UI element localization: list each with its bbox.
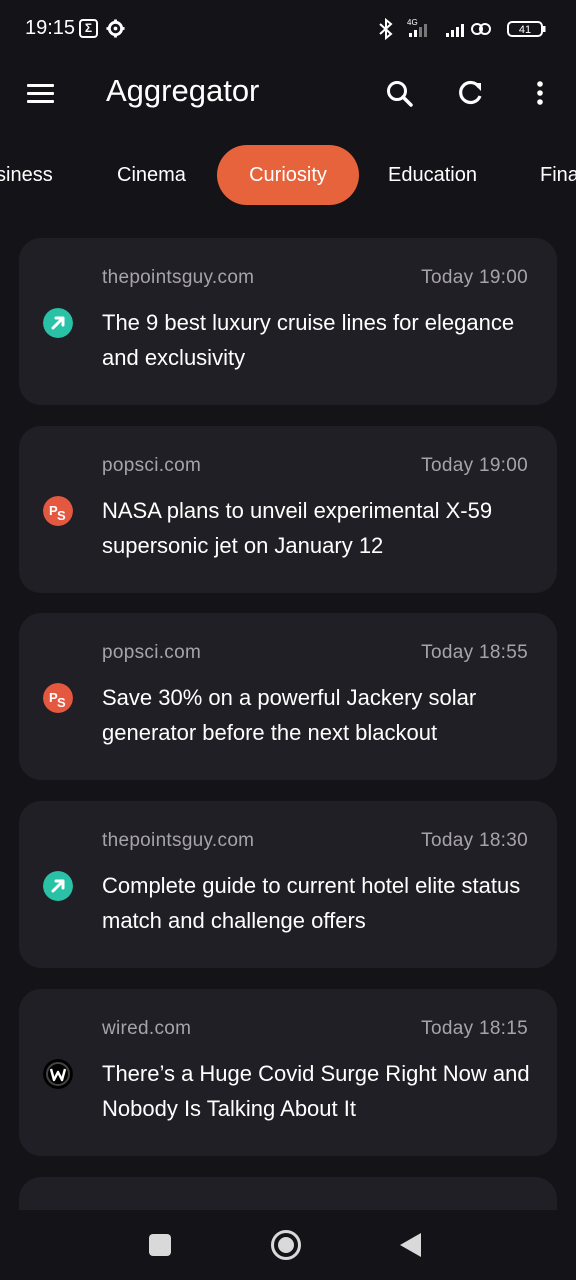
wired-icon	[43, 1059, 73, 1089]
recents-square-icon[interactable]	[149, 1234, 171, 1256]
article-time: Today 18:30	[421, 830, 528, 851]
popsci-icon: P S	[43, 496, 73, 526]
thepointsguy-icon	[43, 308, 73, 338]
tab-curiosity-selected[interactable]: Curiosity	[217, 145, 359, 205]
article-feed[interactable]: thepointsguy.com Today 19:00 The 9 best …	[0, 238, 576, 1210]
notification-badge-icon: Σ	[79, 19, 98, 38]
article-time: Today 18:55	[421, 642, 528, 663]
app-screen: 19:15 Σ 4G 41 Aggregator siness Cinema C…	[0, 0, 576, 1280]
article-card-partial[interactable]	[19, 1177, 557, 1210]
tab-finance[interactable]: Fina	[540, 145, 576, 205]
battery-level: 41	[519, 24, 531, 36]
article-title: Complete guide to current hotel elite st…	[102, 873, 521, 933]
svg-text:S: S	[57, 508, 66, 523]
article-title: There’s a Huge Covid Surge Right Now and…	[102, 1061, 530, 1121]
more-options-button[interactable]	[519, 72, 561, 114]
article-source: popsci.com	[102, 642, 202, 663]
tab-education[interactable]: Education	[388, 145, 477, 205]
article-time: Today 18:15	[421, 1018, 528, 1039]
network-type-label: 4G	[407, 18, 418, 27]
settings-gear-icon	[106, 19, 125, 38]
app-bar: Aggregator	[0, 58, 576, 128]
article-card[interactable]: P S popsci.com Today 18:55 Save 30% on a…	[19, 613, 557, 780]
status-bar: 19:15 Σ 4G 41	[0, 0, 576, 58]
article-source: thepointsguy.com	[102, 830, 255, 851]
battery-icon: 41	[507, 21, 546, 37]
article-card[interactable]: P S popsci.com Today 19:00 NASA plans to…	[19, 426, 557, 593]
menu-button[interactable]	[20, 73, 62, 113]
category-tabs: siness Cinema Curiosity Education Fina	[0, 145, 576, 207]
article-source: wired.com	[102, 1018, 192, 1039]
article-source: thepointsguy.com	[102, 267, 255, 288]
article-time: Today 19:00	[421, 267, 528, 288]
tab-business[interactable]: siness	[0, 145, 53, 205]
article-source: popsci.com	[102, 455, 202, 476]
signal-strength-icon-2	[446, 24, 464, 37]
status-icons: 4G 41	[379, 17, 546, 41]
refresh-button[interactable]	[449, 72, 491, 114]
app-title: Aggregator	[106, 73, 260, 108]
search-button[interactable]	[378, 72, 420, 114]
popsci-icon: P S	[43, 683, 73, 713]
article-title: The 9 best luxury cruise lines for elega…	[102, 310, 515, 370]
search-icon	[387, 81, 413, 107]
thepointsguy-icon	[43, 871, 73, 901]
article-card[interactable]: thepointsguy.com Today 19:00 The 9 best …	[19, 238, 557, 405]
article-time: Today 19:00	[421, 455, 528, 476]
tab-cinema[interactable]: Cinema	[117, 145, 186, 205]
article-card[interactable]: wired.com Today 18:15 There’s a Huge Cov…	[19, 989, 557, 1156]
article-title: Save 30% on a powerful Jackery solar gen…	[102, 685, 477, 745]
home-circle-icon[interactable]	[271, 1230, 301, 1260]
article-card[interactable]: thepointsguy.com Today 18:30 Complete gu…	[19, 801, 557, 968]
svg-text:S: S	[57, 695, 66, 710]
refresh-icon	[459, 80, 482, 105]
back-triangle-icon[interactable]	[400, 1233, 421, 1257]
article-title: NASA plans to unveil experimental X-59 s…	[102, 498, 493, 558]
status-time: 19:15	[25, 17, 76, 39]
more-vert-icon	[537, 81, 543, 105]
system-navigation-bar	[0, 1210, 576, 1280]
bluetooth-icon	[379, 17, 393, 41]
hotspot-icon	[471, 23, 491, 35]
